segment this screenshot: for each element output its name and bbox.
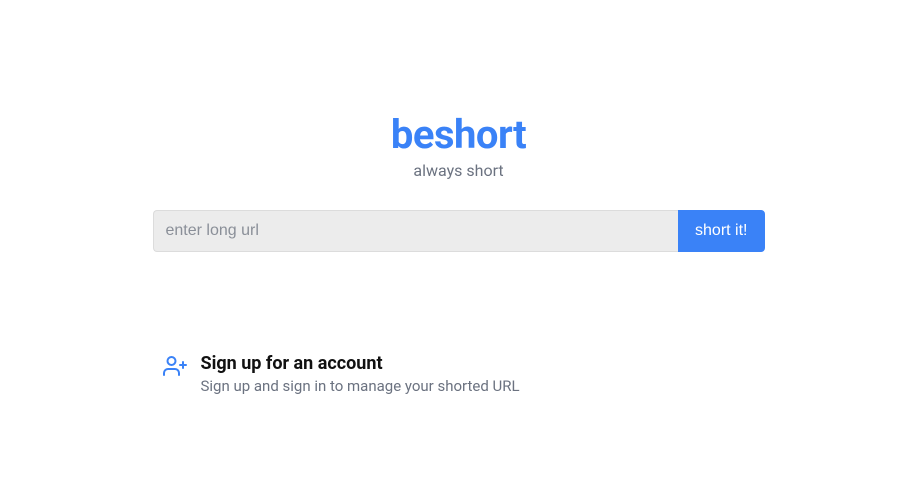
brand-title: beshort xyxy=(391,115,526,155)
feature-title: Sign up for an account xyxy=(201,352,520,375)
signup-feature: Sign up for an account Sign up and sign … xyxy=(153,352,765,395)
short-button[interactable]: short it! xyxy=(678,210,764,252)
user-plus-icon xyxy=(163,354,187,382)
brand-tagline: always short xyxy=(413,161,503,180)
feature-text: Sign up for an account Sign up and sign … xyxy=(201,352,520,395)
feature-description: Sign up and sign in to manage your short… xyxy=(201,377,520,395)
url-form: short it! xyxy=(153,210,765,252)
url-input[interactable] xyxy=(153,210,679,252)
main-container: beshort always short short it! Sign up f… xyxy=(0,0,917,395)
